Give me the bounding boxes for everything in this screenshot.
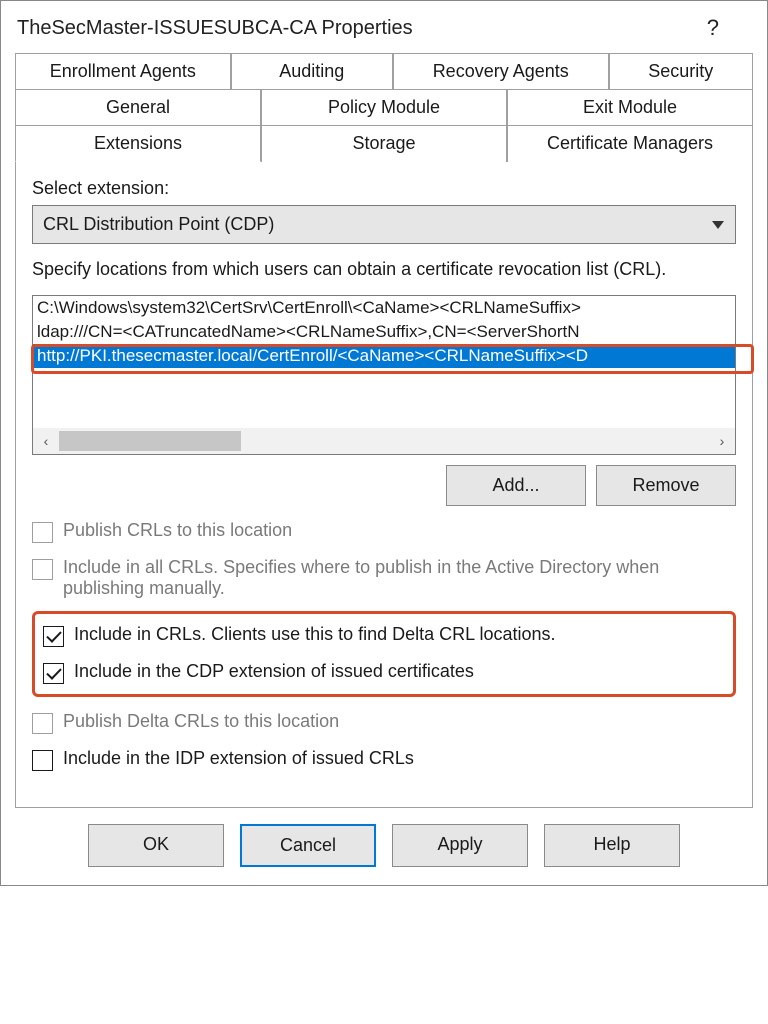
horizontal-scrollbar[interactable]: ‹ › (33, 428, 735, 454)
list-item-selected[interactable]: http://PKI.thesecmaster.local/CertEnroll… (33, 344, 735, 368)
checkbox-label: Include in the IDP extension of issued C… (63, 748, 414, 769)
tab-exit-module[interactable]: Exit Module (507, 89, 753, 125)
checkbox-label: Include in all CRLs. Specifies where to … (63, 557, 736, 599)
cancel-button[interactable]: Cancel (240, 824, 376, 867)
checkbox-label: Include in CRLs. Clients use this to fin… (74, 624, 556, 645)
tab-panel-extensions: Select extension: CRL Distribution Point… (15, 162, 753, 808)
checkbox-publish-delta-crls (32, 713, 53, 734)
checkbox-label: Publish Delta CRLs to this location (63, 711, 339, 732)
scroll-right-icon[interactable]: › (709, 428, 735, 454)
select-extension-label: Select extension: (32, 178, 736, 199)
scroll-track[interactable] (59, 429, 709, 453)
title-bar: TheSecMaster-ISSUESUBCA-CA Properties ? (1, 1, 767, 53)
annotation-highlight-checked-options: Include in CRLs. Clients use this to fin… (32, 611, 736, 697)
checkbox-include-all-crls (32, 559, 53, 580)
list-item[interactable]: ldap:///CN=<CATruncatedName><CRLNameSuff… (33, 320, 735, 344)
locations-listbox-wrap: C:\Windows\system32\CertSrv\CertEnroll\<… (32, 295, 736, 455)
scroll-left-icon[interactable]: ‹ (33, 428, 59, 454)
scroll-thumb[interactable] (59, 431, 241, 451)
extension-dropdown[interactable]: CRL Distribution Point (CDP) (32, 205, 736, 244)
checkbox-include-cdp[interactable] (43, 663, 64, 684)
add-button[interactable]: Add... (446, 465, 586, 506)
checkbox-include-idp[interactable] (32, 750, 53, 771)
locations-listbox[interactable]: C:\Windows\system32\CertSrv\CertEnroll\<… (32, 295, 736, 455)
tab-extensions[interactable]: Extensions (15, 125, 261, 162)
tab-auditing[interactable]: Auditing (231, 53, 393, 89)
checkbox-publish-crls (32, 522, 53, 543)
tab-enrollment-agents[interactable]: Enrollment Agents (15, 53, 231, 89)
window-title: TheSecMaster-ISSUESUBCA-CA Properties (17, 17, 707, 40)
tab-certificate-managers[interactable]: Certificate Managers (507, 125, 753, 162)
list-item[interactable]: C:\Windows\system32\CertSrv\CertEnroll\<… (33, 296, 735, 320)
tab-policy-module[interactable]: Policy Module (261, 89, 507, 125)
apply-button[interactable]: Apply (392, 824, 528, 867)
checkbox-include-crls-delta[interactable] (43, 626, 64, 647)
help-button[interactable]: Help (544, 824, 680, 867)
checkbox-label: Include in the CDP extension of issued c… (74, 661, 474, 682)
help-icon[interactable]: ? (707, 15, 719, 41)
dialog-footer: OK Cancel Apply Help (1, 808, 767, 885)
tab-recovery-agents[interactable]: Recovery Agents (393, 53, 609, 89)
ok-button[interactable]: OK (88, 824, 224, 867)
tab-storage[interactable]: Storage (261, 125, 507, 162)
tab-security[interactable]: Security (609, 53, 753, 89)
remove-button[interactable]: Remove (596, 465, 736, 506)
extension-description: Specify locations from which users can o… (32, 258, 736, 281)
checkbox-label: Publish CRLs to this location (63, 520, 292, 541)
tab-general[interactable]: General (15, 89, 261, 125)
